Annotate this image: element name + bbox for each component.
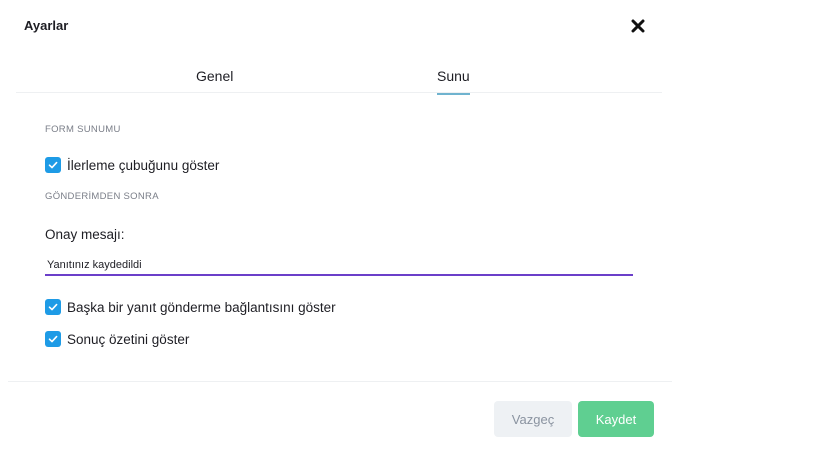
settings-dialog: Ayarlar Genel Sunu FORM SUNUMU İlerleme … [0, 0, 830, 455]
result-summary-label: Sonuç özetini göster [67, 331, 190, 347]
progress-bar-option[interactable]: İlerleme çubuğunu göster [45, 157, 219, 173]
tab-bar: Genel Sunu [16, 60, 662, 95]
confirmation-message-input[interactable] [45, 256, 633, 276]
checkmark-icon [48, 161, 58, 169]
another-response-link-checkbox[interactable] [45, 299, 61, 315]
result-summary-checkbox[interactable] [45, 331, 61, 347]
footer-divider [8, 381, 672, 382]
result-summary-option[interactable]: Sonuç özetini göster [45, 331, 189, 347]
dialog-title: Ayarlar [24, 18, 69, 33]
checkmark-icon [48, 335, 58, 343]
cancel-button[interactable]: Vazgeç [494, 401, 572, 437]
another-response-link-option[interactable]: Başka bir yanıt gönderme bağlantısını gö… [45, 299, 336, 315]
progress-bar-checkbox[interactable] [45, 157, 61, 173]
checkmark-icon [48, 303, 58, 311]
section-label-after-submission: GÖNDERİMDEN SONRA [45, 191, 159, 202]
tab-general[interactable]: Genel [196, 68, 233, 93]
close-icon[interactable] [629, 17, 647, 35]
confirmation-message-label: Onay mesajı: [45, 227, 125, 242]
save-button[interactable]: Kaydet [578, 401, 654, 437]
tab-presentation[interactable]: Sunu [437, 68, 470, 95]
section-label-form-presentation: FORM SUNUMU [45, 124, 121, 135]
progress-bar-label: İlerleme çubuğunu göster [67, 157, 220, 173]
another-response-link-label: Başka bir yanıt gönderme bağlantısını gö… [67, 299, 336, 315]
